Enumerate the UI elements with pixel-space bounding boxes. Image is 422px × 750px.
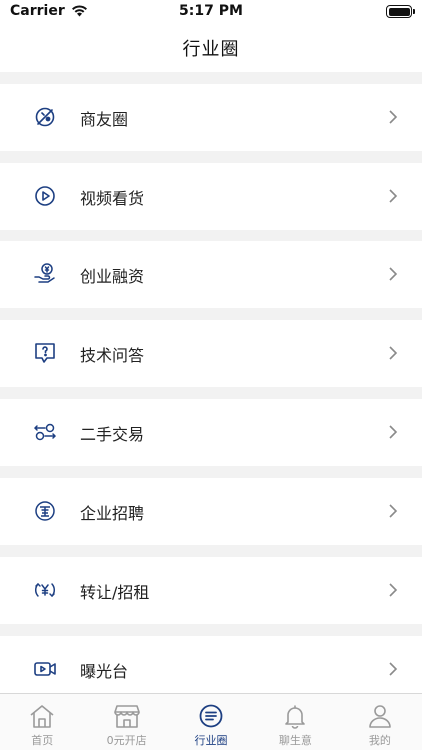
bell-icon bbox=[285, 705, 306, 729]
menu-item-transfer-rent[interactable]: 转让/招租 bbox=[0, 557, 422, 624]
battery-icon bbox=[386, 5, 415, 18]
menu-item-label: 转让/招租 bbox=[80, 582, 150, 602]
tab-chat-business[interactable]: 聊生意 bbox=[253, 694, 337, 750]
menu-item-label: 二手交易 bbox=[80, 424, 145, 444]
menu-item-label: 创业融资 bbox=[80, 266, 145, 286]
navigation-bar: 行业圈 bbox=[0, 24, 422, 72]
chevron-right-icon bbox=[389, 583, 398, 597]
tab-label: 我的 bbox=[368, 734, 391, 747]
tab-label: 首页 bbox=[31, 734, 54, 747]
question-bubble-icon bbox=[35, 343, 55, 363]
menu-item-label: 商友圈 bbox=[80, 109, 129, 129]
video-play-icon bbox=[35, 186, 55, 206]
merchant-circle-icon bbox=[35, 107, 55, 127]
tab-bar: 首页 0元开店 行业圈 聊生意 我的 bbox=[0, 693, 422, 750]
tab-industry-circle[interactable]: 行业圈 bbox=[169, 694, 253, 750]
tab-open-store[interactable]: 0元开店 bbox=[84, 694, 168, 750]
menu-item-startup-funding[interactable]: 创业融资 bbox=[0, 241, 422, 308]
menu-item-recruitment[interactable]: 企业招聘 bbox=[0, 478, 422, 545]
home-icon bbox=[30, 705, 54, 728]
chevron-right-icon bbox=[389, 662, 398, 676]
yuan-transfer-icon bbox=[34, 582, 56, 598]
menu-item-second-hand[interactable]: 二手交易 bbox=[0, 399, 422, 466]
funding-hand-icon bbox=[34, 263, 55, 283]
menu-item-label: 技术问答 bbox=[80, 345, 145, 365]
recruit-icon bbox=[35, 501, 55, 521]
menu-item-label: 曝光台 bbox=[80, 661, 129, 681]
menu-item-video-goods[interactable]: 视频看货 bbox=[0, 163, 422, 230]
list-circle-icon bbox=[199, 704, 223, 728]
tab-label: 0元开店 bbox=[106, 734, 147, 747]
chevron-right-icon bbox=[389, 189, 398, 203]
menu-item-label: 视频看货 bbox=[80, 188, 145, 208]
tab-label: 聊生意 bbox=[278, 734, 312, 747]
tab-profile[interactable]: 我的 bbox=[338, 694, 422, 750]
tab-label: 行业圈 bbox=[194, 734, 228, 747]
status-time: 5:17 PM bbox=[179, 3, 243, 19]
menu-item-merchant-circle[interactable]: 商友圈 bbox=[0, 84, 422, 151]
menu-item-label: 企业招聘 bbox=[80, 503, 145, 523]
chevron-right-icon bbox=[389, 346, 398, 360]
page-title: 行业圈 bbox=[182, 39, 240, 60]
user-icon bbox=[369, 705, 391, 728]
tab-home[interactable]: 首页 bbox=[0, 694, 84, 750]
status-bar: Carrier 5:17 PM bbox=[0, 0, 422, 24]
chevron-right-icon bbox=[389, 504, 398, 518]
chevron-right-icon bbox=[389, 110, 398, 124]
menu-item-tech-qa[interactable]: 技术问答 bbox=[0, 320, 422, 387]
video-camera-icon bbox=[34, 662, 56, 676]
store-icon bbox=[113, 705, 140, 728]
chevron-right-icon bbox=[389, 267, 398, 281]
chevron-right-icon bbox=[389, 425, 398, 439]
exchange-icon bbox=[33, 423, 57, 441]
